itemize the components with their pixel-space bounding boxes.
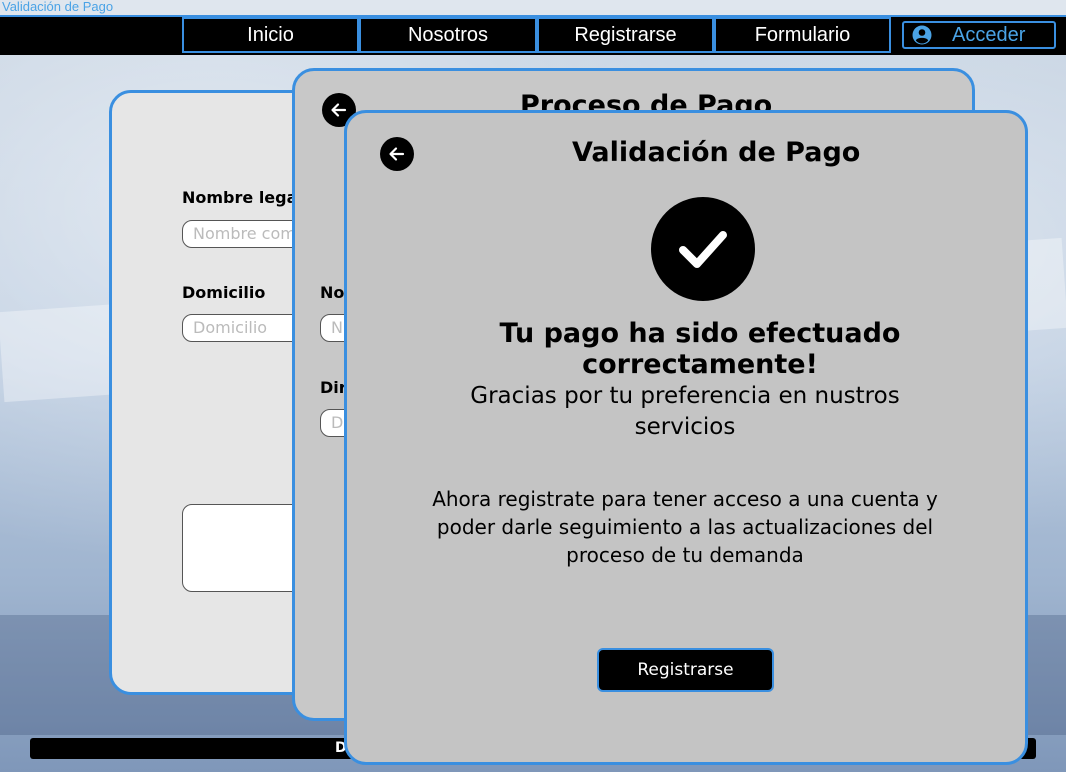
nav-item-formulario[interactable]: Formulario <box>714 17 891 53</box>
validation-back-button[interactable] <box>380 137 414 171</box>
name-label: Nombre legal <box>182 188 303 207</box>
payment-field-label-no: No <box>320 283 345 302</box>
nav-item-registrarse[interactable]: Registrarse <box>537 17 714 53</box>
arrow-left-icon <box>331 103 347 117</box>
comments-textarea[interactable] <box>182 504 302 592</box>
name-input[interactable]: Nombre com <box>182 220 302 248</box>
address-input[interactable]: Domicilio <box>182 314 302 342</box>
thanks-message: Gracias por tu preferencia en nustros se… <box>470 383 900 440</box>
nav-item-nosotros[interactable]: Nosotros <box>359 17 537 53</box>
address-label: Domicilio <box>182 283 266 302</box>
login-button[interactable]: Acceder <box>902 21 1056 49</box>
register-button[interactable]: Registrarse <box>597 648 774 692</box>
top-navbar: Inicio Nosotros Registrarse Formulario A… <box>0 15 1066 55</box>
payment-field-label-dir: Dir <box>320 378 347 397</box>
success-badge <box>651 197 755 301</box>
success-heading: Tu pago ha sido efectuado correctamente! <box>499 318 901 380</box>
arrow-left-icon <box>389 147 405 161</box>
user-circle-icon <box>912 25 932 45</box>
validation-title: Validación de Pago <box>572 137 861 168</box>
login-label: Acceder <box>952 23 1026 46</box>
nav-item-inicio[interactable]: Inicio <box>182 17 359 53</box>
register-prompt: Ahora registrate para tener acceso a una… <box>432 487 938 567</box>
check-icon <box>679 231 727 268</box>
frame-title: Validación de Pago <box>2 0 114 14</box>
